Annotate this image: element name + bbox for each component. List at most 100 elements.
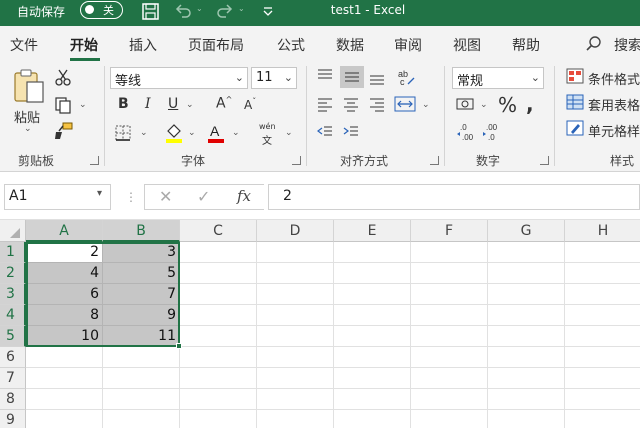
cell-h9[interactable] — [565, 410, 640, 428]
worksheet-grid[interactable]: ABCDEFGH 123456789 2 3 4 5 6 7 8 9 10 11 — [0, 220, 640, 428]
phonetic-guide-bottom[interactable]: 文 — [262, 132, 272, 147]
decrease-decimal-icon[interactable]: .00.0 — [482, 122, 504, 142]
cell-f8[interactable] — [411, 389, 488, 410]
cell-h4[interactable] — [565, 305, 640, 326]
row-header-4[interactable]: 4 — [0, 305, 26, 326]
orientation-icon[interactable]: ab c — [396, 66, 418, 88]
column-header-d[interactable]: D — [257, 220, 334, 242]
cell-a3[interactable]: 6 — [26, 284, 103, 305]
align-right-icon[interactable] — [368, 96, 386, 112]
format-as-table-button[interactable]: 套用表格 — [588, 95, 640, 114]
cell-d1[interactable] — [257, 242, 334, 263]
search-icon[interactable] — [585, 35, 603, 53]
cell-b4[interactable]: 9 — [103, 305, 180, 326]
fill-color-dropdown-icon[interactable]: ⌄ — [188, 128, 196, 138]
cell-g7[interactable] — [488, 368, 565, 389]
font-color-icon[interactable]: A — [206, 122, 226, 144]
column-header-f[interactable]: F — [411, 220, 488, 242]
cell-e5[interactable] — [334, 326, 411, 347]
decrease-indent-icon[interactable] — [316, 124, 334, 140]
copy-icon[interactable] — [54, 96, 72, 114]
cell-b2[interactable]: 5 — [103, 263, 180, 284]
format-painter-icon[interactable] — [54, 122, 74, 140]
cell-e1[interactable] — [334, 242, 411, 263]
tab-view[interactable]: 视图 — [453, 35, 481, 55]
cell-b1[interactable]: 3 — [103, 242, 180, 263]
align-middle-icon[interactable] — [340, 66, 364, 88]
cell-h8[interactable] — [565, 389, 640, 410]
tab-file[interactable]: 文件 — [10, 35, 38, 55]
cell-c9[interactable] — [180, 410, 257, 428]
underline-dropdown-icon[interactable]: ⌄ — [186, 100, 194, 110]
paste-dropdown-icon[interactable]: ⌄ — [24, 124, 32, 134]
italic-icon[interactable]: I — [145, 96, 151, 112]
cell-b6[interactable] — [103, 347, 180, 368]
tab-page-layout[interactable]: 页面布局 — [188, 35, 244, 55]
number-format-select[interactable]: 常规 ⌄ — [452, 67, 544, 89]
align-center-icon[interactable] — [342, 96, 360, 112]
conditional-formatting-button[interactable]: 条件格式 — [588, 69, 640, 88]
clipboard-launcher-icon[interactable] — [90, 156, 99, 165]
cell-d2[interactable] — [257, 263, 334, 284]
enter-icon[interactable]: ✓ — [197, 187, 210, 206]
cell-a2[interactable]: 4 — [26, 263, 103, 284]
cell-g3[interactable] — [488, 284, 565, 305]
row-header-5[interactable]: 5 — [0, 326, 26, 347]
wrap-text-icon[interactable] — [394, 95, 416, 113]
font-name-select[interactable]: 等线 ⌄ — [110, 67, 248, 89]
borders-icon[interactable] — [114, 124, 132, 142]
cell-d5[interactable] — [257, 326, 334, 347]
cell-d7[interactable] — [257, 368, 334, 389]
cancel-icon[interactable]: ✕ — [159, 187, 172, 206]
increase-font-icon[interactable]: A^ — [216, 95, 232, 112]
cell-h6[interactable] — [565, 347, 640, 368]
cell-g8[interactable] — [488, 389, 565, 410]
cell-d3[interactable] — [257, 284, 334, 305]
align-top-icon[interactable] — [316, 68, 334, 84]
tab-help[interactable]: 帮助 — [512, 35, 540, 55]
insert-function-icon[interactable]: fx — [237, 187, 251, 205]
copy-dropdown-icon[interactable]: ⌄ — [79, 100, 87, 110]
name-box[interactable]: A1 — [4, 184, 111, 210]
cell-h5[interactable] — [565, 326, 640, 347]
column-header-c[interactable]: C — [180, 220, 257, 242]
percent-style-icon[interactable]: % — [498, 93, 517, 117]
increase-decimal-icon[interactable]: .0.00 — [456, 122, 478, 142]
cell-b7[interactable] — [103, 368, 180, 389]
borders-dropdown-icon[interactable]: ⌄ — [140, 128, 148, 138]
cell-f7[interactable] — [411, 368, 488, 389]
cell-e3[interactable] — [334, 284, 411, 305]
cell-c8[interactable] — [180, 389, 257, 410]
cell-a7[interactable] — [26, 368, 103, 389]
tab-review[interactable]: 审阅 — [394, 35, 422, 55]
name-box-dropdown-icon[interactable]: ▾ — [97, 188, 102, 199]
cell-a5[interactable]: 10 — [26, 326, 103, 347]
formula-input[interactable]: 2 — [268, 184, 640, 210]
row-header-8[interactable]: 8 — [0, 389, 26, 410]
cell-h7[interactable] — [565, 368, 640, 389]
row-header-9[interactable]: 9 — [0, 410, 26, 428]
accounting-format-icon[interactable] — [456, 96, 476, 112]
cell-e8[interactable] — [334, 389, 411, 410]
cell-f5[interactable] — [411, 326, 488, 347]
phonetic-guide-top[interactable]: wén — [259, 122, 276, 131]
cell-g2[interactable] — [488, 263, 565, 284]
tell-me-search[interactable]: 搜索 — [614, 35, 640, 55]
select-all-button[interactable] — [0, 220, 26, 242]
cell-styles-icon[interactable] — [566, 120, 584, 136]
conditional-formatting-icon[interactable] — [566, 68, 584, 84]
accounting-dropdown-icon[interactable]: ⌄ — [480, 100, 488, 110]
decrease-font-icon[interactable]: Aˇ — [244, 97, 256, 112]
alignment-launcher-icon[interactable] — [430, 156, 439, 165]
column-header-b[interactable]: B — [103, 220, 180, 242]
cell-h3[interactable] — [565, 284, 640, 305]
font-size-select[interactable]: 11 ⌄ — [251, 67, 297, 89]
cell-c4[interactable] — [180, 305, 257, 326]
font-color-dropdown-icon[interactable]: ⌄ — [232, 128, 240, 138]
cell-b3[interactable]: 7 — [103, 284, 180, 305]
paste-icon[interactable] — [12, 68, 46, 106]
cell-d4[interactable] — [257, 305, 334, 326]
row-header-6[interactable]: 6 — [0, 347, 26, 368]
increase-indent-icon[interactable] — [342, 124, 360, 140]
align-left-icon[interactable] — [316, 96, 334, 112]
